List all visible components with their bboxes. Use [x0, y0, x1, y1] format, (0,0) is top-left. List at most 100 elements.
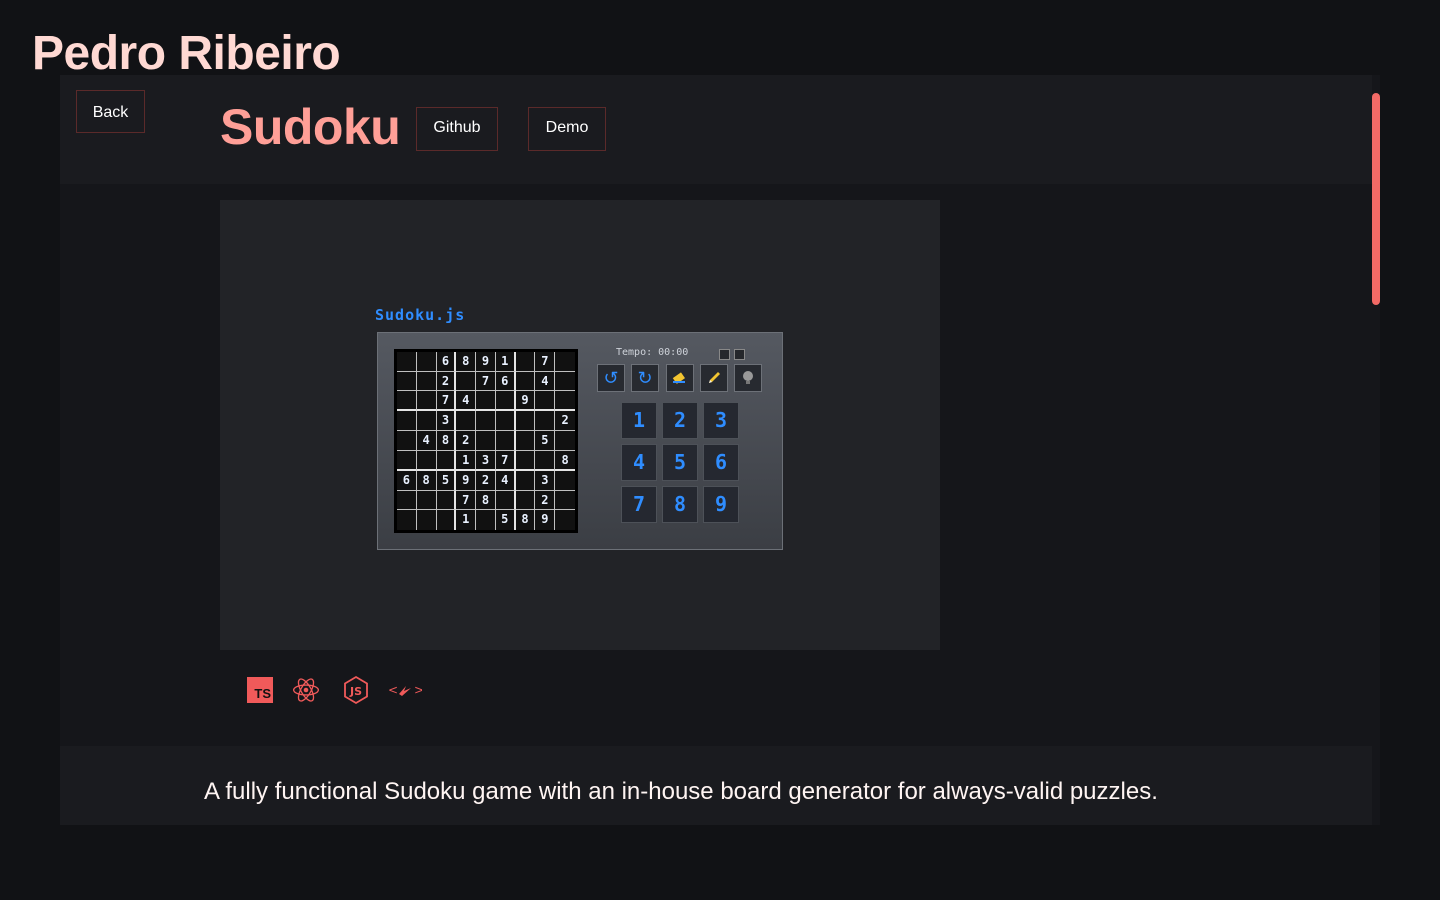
sudoku-cell: 3 — [476, 450, 496, 471]
sudoku-cell — [555, 431, 575, 451]
numpad-key-1: 1 — [621, 402, 657, 439]
demo-button[interactable]: Demo — [528, 107, 606, 151]
eraser-icon — [666, 364, 694, 392]
sudoku-board: 689172764749324825137868592437821589 — [394, 349, 578, 533]
numpad-key-4: 4 — [621, 444, 657, 481]
sudoku-cell — [495, 431, 516, 451]
sudoku-cell — [495, 411, 516, 432]
hint-icon — [734, 364, 762, 392]
sudoku-cell — [416, 352, 437, 372]
sudoku-cell — [416, 490, 437, 511]
sudoku-cell — [535, 450, 556, 471]
sudoku-cell — [416, 371, 437, 392]
sudoku-cell — [397, 352, 417, 372]
sudoku-cell — [456, 411, 477, 432]
typescript-icon: TS — [246, 676, 274, 704]
sudoku-cell — [476, 431, 496, 451]
sudoku-cell: 8 — [516, 510, 536, 530]
sudoku-cell: 7 — [495, 450, 516, 471]
sudoku-cell — [515, 470, 536, 491]
sudoku-cell — [555, 491, 575, 511]
sudoku-cell: 4 — [416, 431, 437, 451]
number-pad: 123 456 789 — [621, 402, 739, 523]
sudoku-cell — [515, 450, 536, 471]
sudoku-cell: 6 — [436, 352, 457, 372]
sudoku-cell: 5 — [535, 431, 556, 451]
sudoku-cell: 9 — [476, 352, 496, 372]
sudoku-cell: 1 — [456, 450, 477, 471]
react-icon — [292, 676, 320, 704]
sudoku-cell — [416, 411, 437, 432]
sudoku-cell — [397, 450, 417, 471]
sudoku-cell — [397, 431, 417, 451]
sudoku-cell — [476, 510, 496, 530]
project-title: Sudoku — [220, 99, 401, 155]
sudoku-cell — [417, 510, 437, 530]
sudoku-cell — [397, 411, 417, 432]
nodejs-icon: JS — [342, 675, 370, 705]
sudoku-cell — [416, 450, 437, 471]
sudoku-cell: 2 — [535, 490, 556, 511]
sudoku-cell — [495, 490, 516, 511]
scrollbar-thumb[interactable] — [1372, 93, 1380, 305]
reset-icon — [734, 349, 745, 360]
sudoku-cell: 2 — [456, 431, 477, 451]
sudoku-cell — [397, 510, 417, 530]
sudoku-cell — [535, 411, 556, 432]
sudoku-cell: 4 — [456, 391, 477, 412]
sudoku-cell — [416, 391, 437, 412]
sudoku-cell: 9 — [515, 391, 536, 412]
sudoku-cell: 5 — [496, 510, 516, 530]
sudoku-cell — [436, 450, 457, 471]
sudoku-cell: 9 — [535, 510, 556, 530]
sudoku-cell: 8 — [436, 431, 457, 451]
numpad-key-7: 7 — [621, 486, 657, 523]
site-owner-name[interactable]: Pedro Ribeiro — [32, 26, 341, 81]
back-button[interactable]: Back — [76, 90, 145, 133]
numpad-key-9: 9 — [703, 486, 739, 523]
sudoku-cell: 7 — [535, 352, 556, 372]
sudoku-cell: 8 — [416, 470, 437, 491]
numpad-key-3: 3 — [703, 402, 739, 439]
sudoku-cell — [495, 391, 516, 412]
github-button[interactable]: Github — [416, 107, 498, 151]
sudoku-cell: 5 — [436, 470, 457, 491]
sudoku-cell — [456, 371, 477, 392]
redo-icon: ↻ — [631, 364, 659, 392]
sudoku-cell: 9 — [456, 470, 477, 491]
sudoku-cell — [515, 352, 536, 372]
project-description: A fully functional Sudoku game with an i… — [204, 778, 1158, 805]
numpad-key-5: 5 — [662, 444, 698, 481]
sudoku-cell: 7 — [476, 371, 496, 392]
timer-label: Tempo: 00:00 — [616, 347, 689, 358]
sudoku-cell: 2 — [555, 411, 575, 432]
svg-text:>: > — [414, 683, 422, 697]
sudoku-cell: 1 — [456, 510, 477, 530]
sudoku-cell: 2 — [476, 470, 496, 491]
sudoku-cell — [476, 391, 496, 412]
sudoku-cell: 6 — [495, 371, 516, 392]
pencil-icon — [700, 364, 728, 392]
sudoku-cell — [437, 510, 457, 530]
svg-text:<: < — [388, 683, 398, 697]
sudoku-cell — [397, 371, 417, 392]
sudoku-cell: 8 — [456, 352, 477, 372]
sudoku-cell — [535, 391, 556, 412]
sudoku-cell: 7 — [456, 490, 477, 511]
sudoku-cell — [555, 372, 575, 392]
sudoku-cell: 4 — [495, 470, 516, 491]
sudoku-cell — [555, 391, 575, 412]
vite-icon: < > — [388, 676, 422, 704]
undo-icon: ↺ — [597, 364, 625, 392]
sudoku-cell: 1 — [495, 352, 516, 372]
pause-icon — [719, 349, 730, 360]
sudoku-cell — [555, 471, 575, 491]
sudoku-cell: 6 — [397, 470, 417, 491]
numpad-key-2: 2 — [662, 402, 698, 439]
sudoku-cell — [476, 411, 496, 432]
sudoku-cell — [436, 490, 457, 511]
svg-text:JS: JS — [349, 685, 362, 698]
sudoku-cell — [515, 431, 536, 451]
sudoku-cell: 8 — [555, 451, 575, 471]
sudoku-cell: 3 — [436, 411, 457, 432]
